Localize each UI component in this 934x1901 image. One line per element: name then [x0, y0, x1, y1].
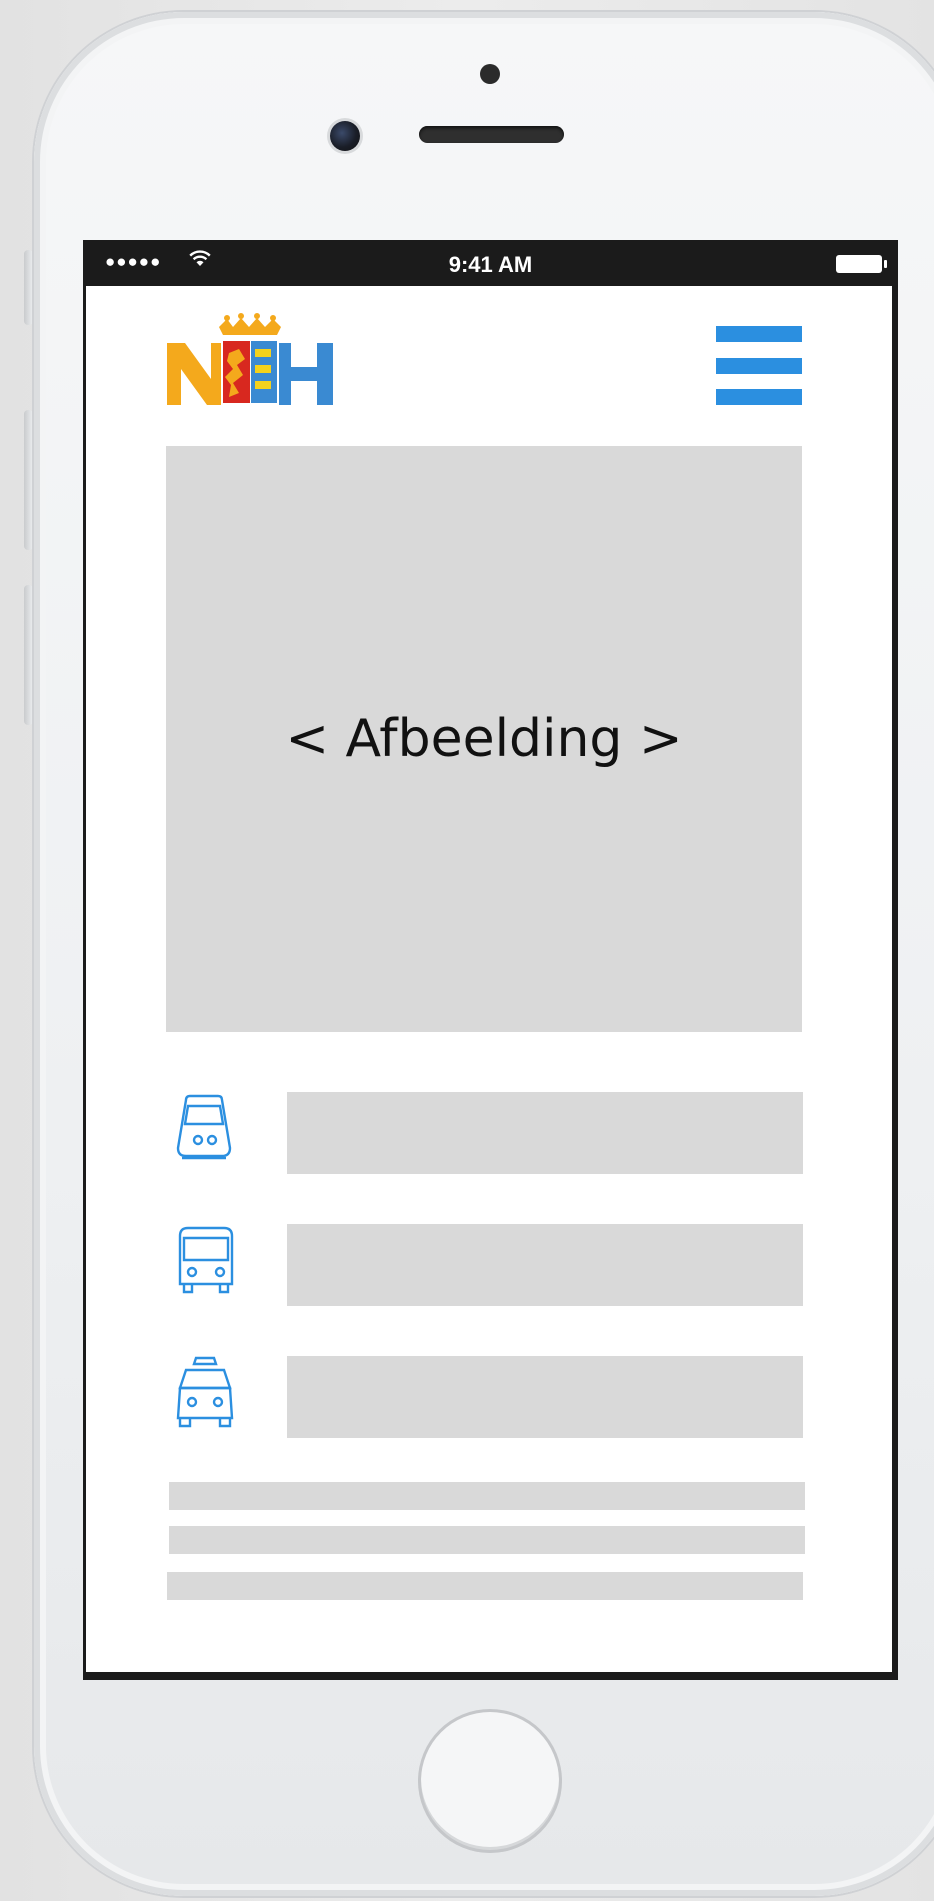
phone-screen: ●●●●● 9:41 AM < Afbeelding >	[83, 240, 898, 1680]
text-placeholder-line	[167, 1572, 803, 1600]
text-placeholder-line	[169, 1526, 805, 1554]
taxi-icon[interactable]	[172, 1356, 238, 1428]
menu-bar-top	[716, 326, 802, 342]
taxi-option-bar[interactable]	[287, 1356, 803, 1438]
crown-icon	[219, 313, 281, 335]
menu-bar-bottom	[716, 389, 802, 405]
app-content: < Afbeelding >	[86, 286, 892, 1672]
bus-icon[interactable]	[172, 1224, 238, 1296]
bus-option-bar[interactable]	[287, 1224, 803, 1306]
menu-bar-middle	[716, 358, 802, 374]
device-mockup: ●●●●● 9:41 AM < Afbeelding >	[0, 0, 934, 1901]
tram-icon[interactable]	[172, 1092, 238, 1164]
volume-down-button	[24, 585, 33, 725]
hero-image-placeholder: < Afbeelding >	[166, 446, 802, 1032]
home-button[interactable]	[418, 1709, 562, 1853]
text-placeholder-line	[169, 1482, 805, 1510]
front-camera	[330, 121, 360, 151]
mute-switch	[24, 250, 33, 325]
tram-option-bar[interactable]	[287, 1092, 803, 1174]
proximity-sensor	[480, 64, 500, 84]
volume-up-button	[24, 410, 33, 550]
hamburger-menu-icon[interactable]	[716, 326, 802, 406]
earpiece-speaker	[419, 126, 564, 143]
status-time: 9:41 AM	[448, 252, 533, 277]
status-bar: ●●●●● 9:41 AM	[83, 240, 898, 286]
province-logo[interactable]	[167, 313, 333, 407]
battery-icon	[836, 255, 887, 273]
hero-image-label: < Afbeelding >	[285, 709, 683, 769]
